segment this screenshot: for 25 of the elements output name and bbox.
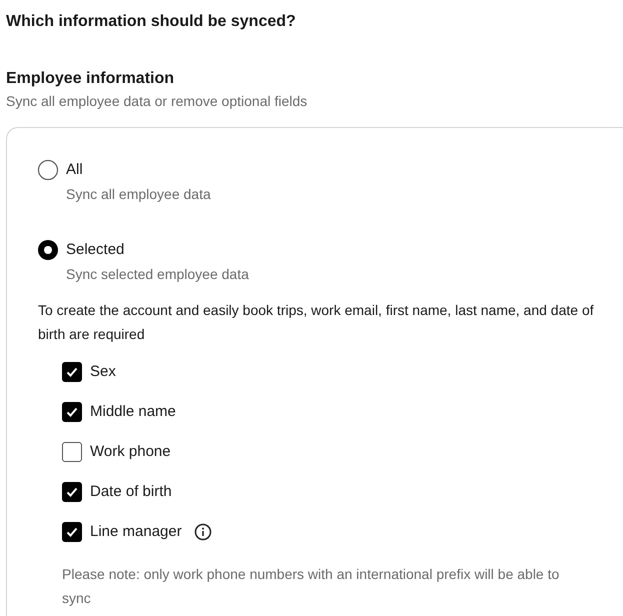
option-label: All — [66, 160, 83, 180]
option-description: Sync all employee data — [66, 185, 212, 204]
checkbox-label: Work phone — [90, 442, 171, 462]
checkbox-label: Line manager — [90, 522, 182, 542]
radio-button[interactable] — [38, 240, 58, 260]
note-text: Please note: only work phone numbers with an international prefix will be able to sync — [62, 565, 560, 608]
section-heading: Employee information — [6, 69, 176, 89]
checkbox[interactable] — [62, 362, 82, 382]
requirement-text: To create the account and easily book trips, work email, first name, last name, and date of birth are required — [38, 301, 595, 344]
checkbox[interactable] — [62, 402, 82, 422]
check-icon — [65, 405, 79, 419]
page-title: Which information should be synced? — [6, 12, 297, 32]
checkbox[interactable] — [62, 522, 82, 542]
check-icon — [65, 485, 79, 499]
checkbox-label: Date of birth — [90, 482, 172, 502]
option-description: Sync selected employee data — [66, 265, 250, 284]
checkbox-label: Sex — [90, 362, 116, 382]
radio-button[interactable] — [38, 160, 58, 180]
check-icon — [65, 365, 79, 379]
check-icon — [65, 525, 79, 539]
checkbox[interactable] — [62, 442, 82, 462]
section-description: Sync all employee data or remove optional fields — [6, 92, 308, 111]
checkbox[interactable] — [62, 482, 82, 502]
option-label: Selected — [66, 240, 124, 260]
checkbox-label: Middle name — [90, 402, 176, 422]
